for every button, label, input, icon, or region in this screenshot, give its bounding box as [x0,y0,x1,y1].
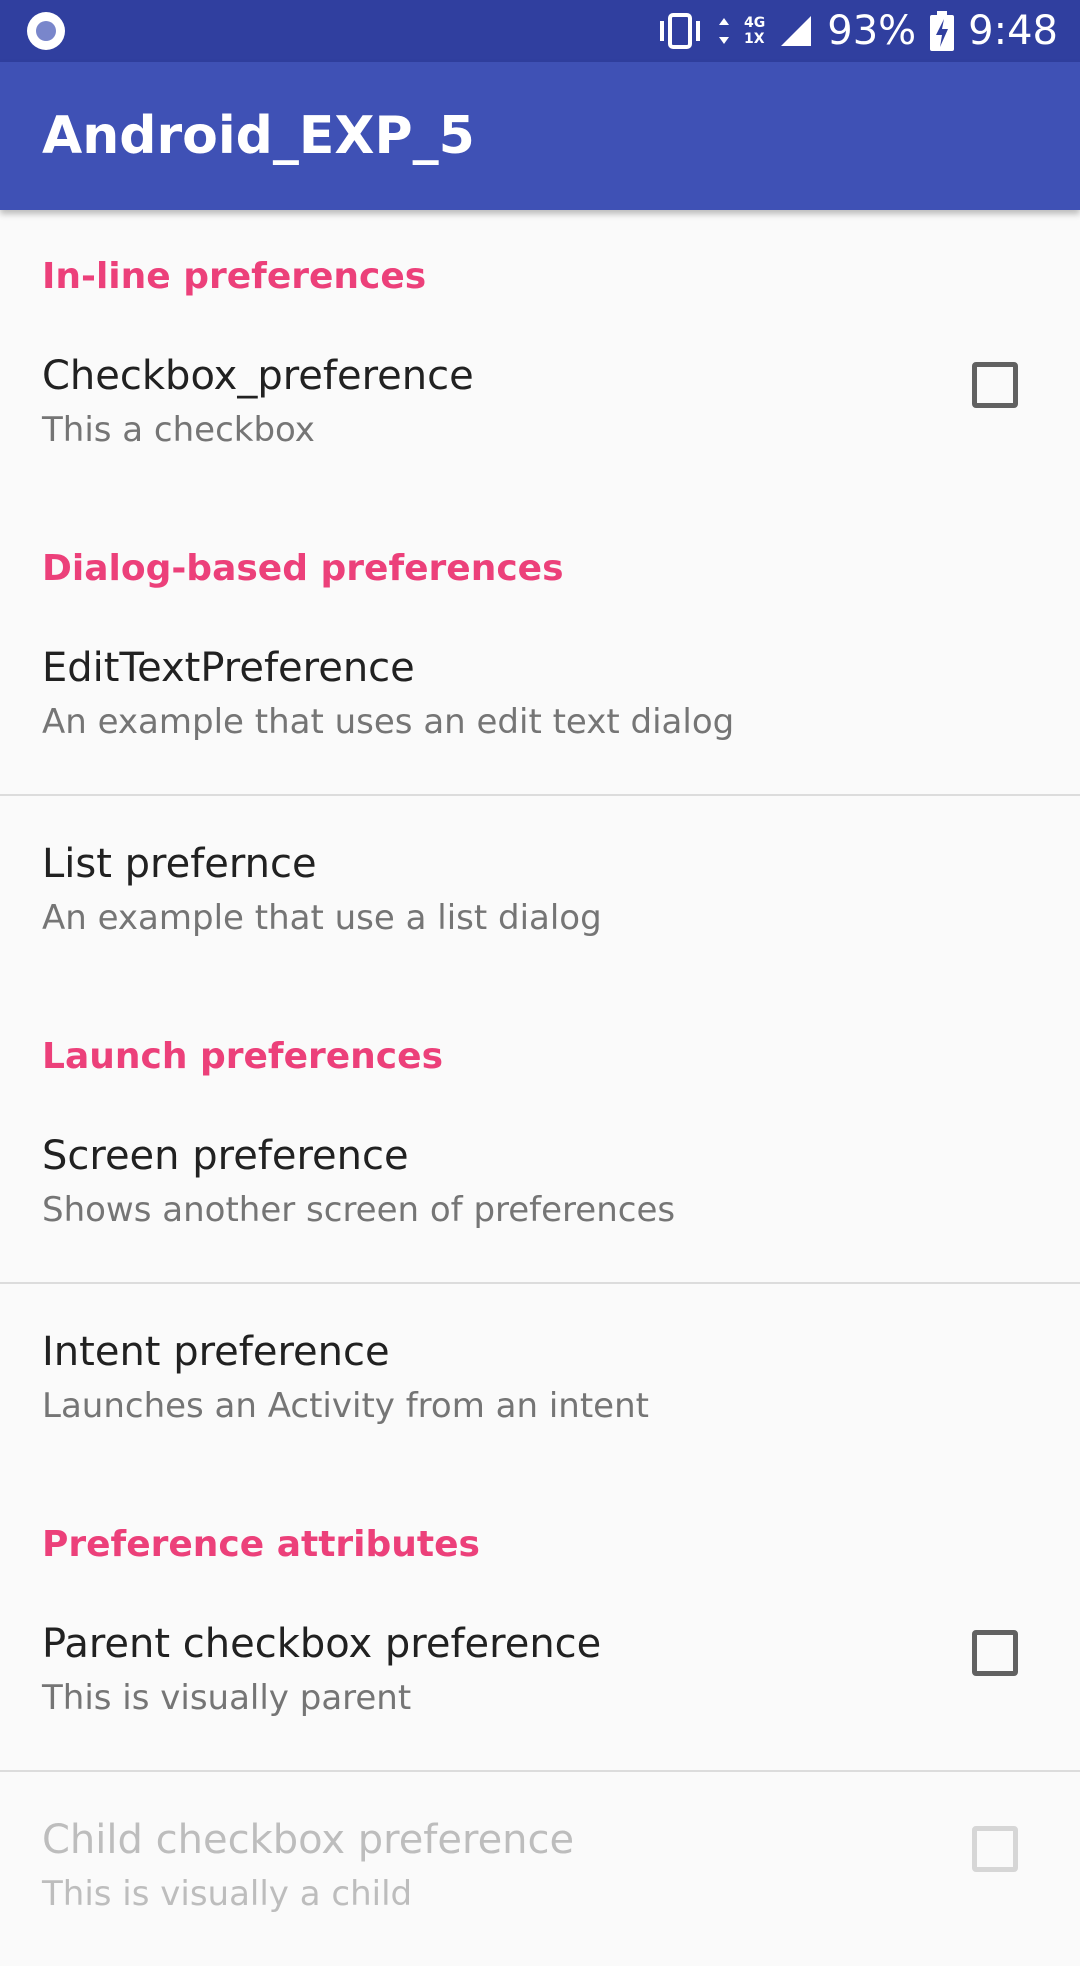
cell-signal-icon [781,16,812,46]
data-arrows-icon [719,18,730,44]
category-dialog-based-preferences: Dialog-based preferences [42,548,564,589]
edit-text-preference-row[interactable]: EditTextPreference An example that uses … [0,600,1080,794]
preferences-list: In-line preferences Checkbox_preference … [0,210,1080,1966]
pref-summary: This is visually parent [42,1678,412,1718]
category-inline-preferences: In-line preferences [42,256,427,297]
notification-app-icon [27,12,65,50]
pref-summary: An example that uses an edit text dialog [42,702,735,742]
intent-preference-row[interactable]: Intent preference Launches an Activity f… [0,1284,1080,1478]
pref-title: List prefernce [42,841,317,887]
child-checkbox-preference-row: Child checkbox preference This is visual… [0,1772,1080,1966]
pref-title: EditTextPreference [42,645,415,691]
list-preference-row[interactable]: List prefernce An example that use a lis… [0,796,1080,990]
battery-percent: 93% [827,8,917,54]
category-launch-preferences: Launch preferences [42,1036,443,1077]
pref-title: Child checkbox preference [42,1817,575,1863]
app-bar: Android_EXP_5 [0,62,1080,210]
network-type-1x: 1X [744,31,765,47]
battery-charging-icon [930,11,955,51]
network-type-4g: 4G [744,15,766,31]
pref-summary: This is visually a child [42,1874,413,1914]
pref-title: Checkbox_preference [42,353,474,399]
status-icons: 4G 1X 93% 9:48 [656,0,1058,62]
status-bar: 4G 1X 93% 9:48 [0,0,1080,62]
checkbox-preference-row[interactable]: Checkbox_preference This a checkbox [0,308,1080,502]
pref-title: Parent checkbox preference [42,1621,602,1667]
pref-title: Screen preference [42,1133,409,1179]
status-time: 9:48 [968,8,1058,54]
pref-summary: An example that use a list dialog [42,898,602,938]
parent-checkbox-preference-row[interactable]: Parent checkbox preference This is visua… [0,1576,1080,1770]
app-title: Android_EXP_5 [42,106,475,166]
screen-preference-row[interactable]: Screen preference Shows another screen o… [0,1088,1080,1282]
pref-title: Intent preference [42,1329,390,1375]
parent-checkbox[interactable] [972,1630,1018,1676]
network-type-label: 4G 1X [744,15,765,47]
pref-summary: Launches an Activity from an intent [42,1386,649,1426]
child-checkbox [972,1826,1018,1872]
checkbox-preference-checkbox[interactable] [972,362,1018,408]
pref-summary: This a checkbox [42,410,315,450]
category-preference-attributes: Preference attributes [42,1524,480,1565]
pref-summary: Shows another screen of preferences [42,1190,676,1230]
vibrate-icon [660,13,701,49]
